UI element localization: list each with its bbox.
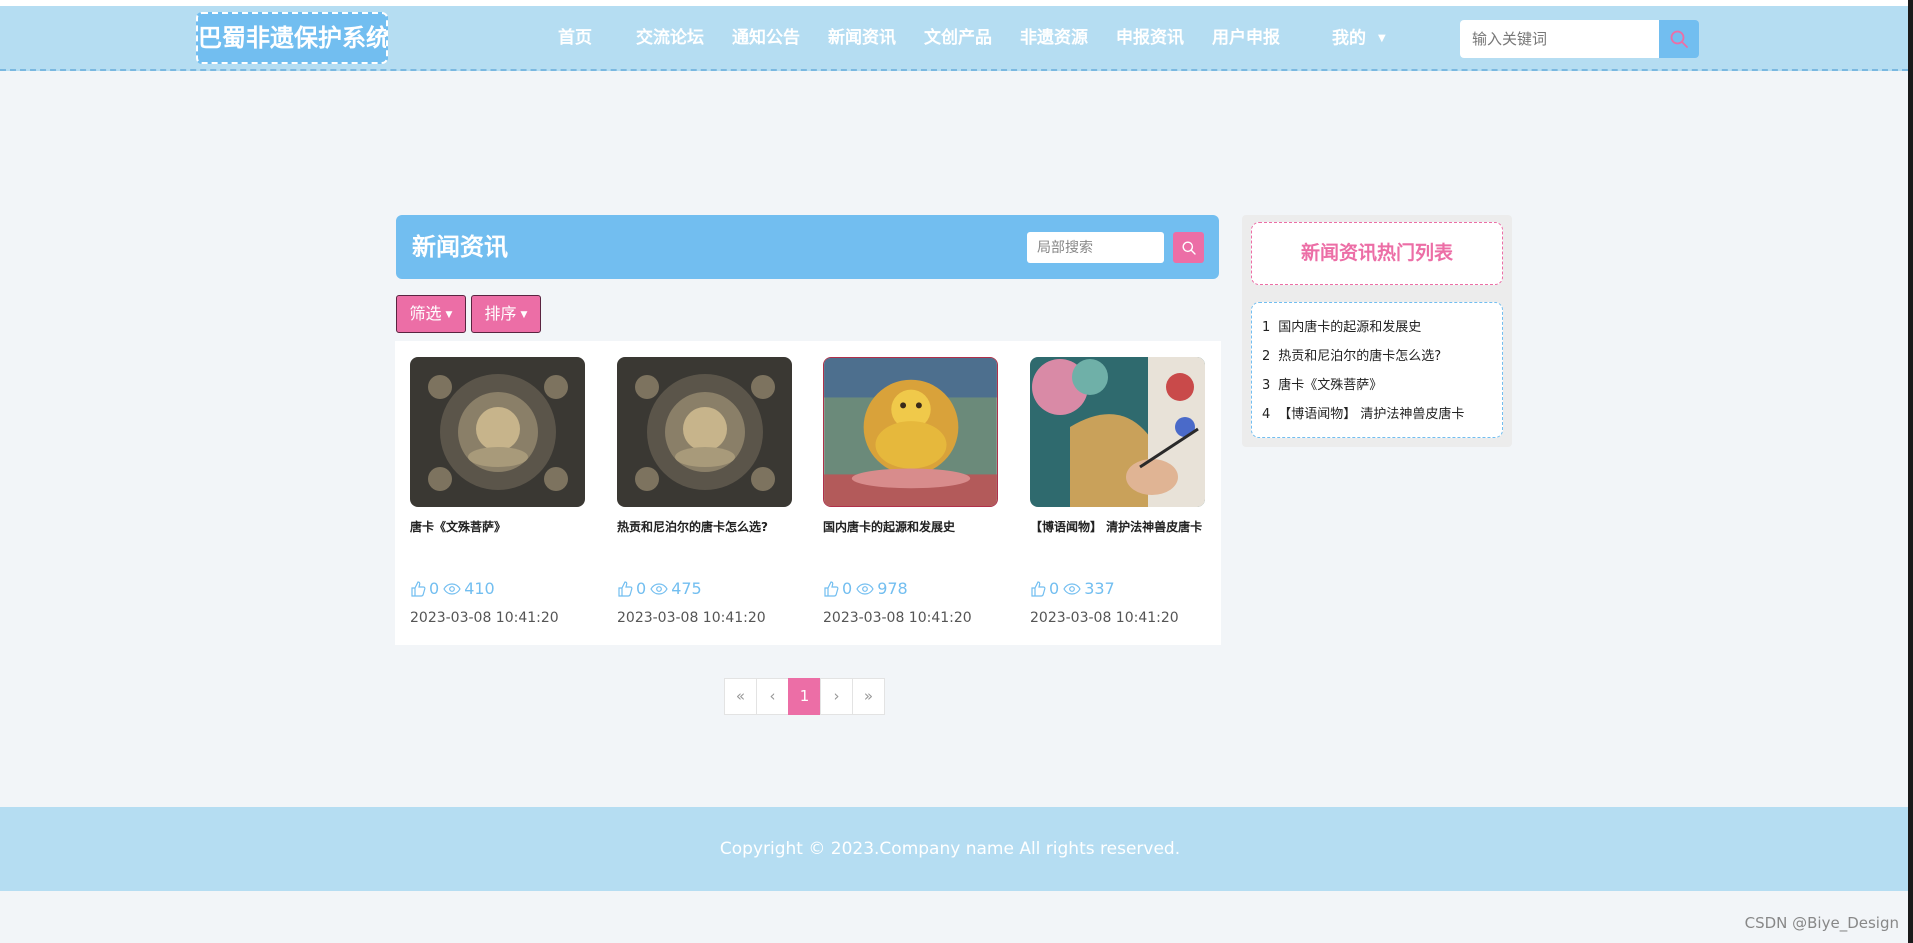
page-number-current[interactable]: 1 bbox=[788, 678, 821, 715]
nav-user-declare[interactable]: 用户申报 bbox=[1212, 6, 1280, 71]
filter-dropdown-button[interactable]: 筛选 ▼ bbox=[396, 295, 466, 333]
caret-down-icon: ▼ bbox=[1378, 33, 1386, 44]
thumbs-up-icon[interactable] bbox=[617, 580, 633, 597]
news-card[interactable]: 热贡和尼泊尔的唐卡怎么选? 0 475 2023-03-08 10:41:20 bbox=[617, 357, 792, 626]
news-card[interactable]: 唐卡《文殊菩萨》 0 410 2023-03-08 10:41:20 bbox=[410, 357, 585, 626]
hot-news-item[interactable]: 4 【博语闻物】 清护法神兽皮唐卡 bbox=[1262, 400, 1502, 429]
news-thumbnail-image[interactable] bbox=[410, 357, 585, 507]
view-count: 978 bbox=[877, 579, 908, 598]
news-card-date: 2023-03-08 10:41:20 bbox=[617, 610, 766, 626]
like-count: 0 bbox=[1049, 579, 1060, 598]
news-card-date: 2023-03-08 10:41:20 bbox=[1030, 610, 1179, 626]
nav-mine-dropdown[interactable]: 我的 ▼ bbox=[1332, 6, 1386, 72]
footer: Copyright © 2023.Company name All rights… bbox=[0, 807, 1908, 891]
local-search-button[interactable] bbox=[1173, 232, 1204, 263]
news-card-stats: 0 475 bbox=[617, 579, 792, 598]
nav-heritage[interactable]: 非遗资源 bbox=[1020, 6, 1088, 71]
nav-home[interactable]: 首页 bbox=[558, 6, 592, 71]
site-logo[interactable]: 巴蜀非遗保护系统 bbox=[196, 12, 388, 64]
hot-news-list: 1 国内唐卡的起源和发展史 2 热贡和尼泊尔的唐卡怎么选? 3 唐卡《文殊菩萨》 4 【… bbox=[1251, 302, 1503, 438]
top-navbar: 巴蜀非遗保护系统 首页 交流论坛 通知公告 新闻资讯 文创产品 非遗资源 申报资… bbox=[0, 6, 1908, 71]
search-input[interactable] bbox=[1460, 20, 1660, 58]
news-card-title[interactable]: 唐卡《文殊菩萨》 bbox=[410, 517, 585, 537]
sort-dropdown-button[interactable]: 排序 ▼ bbox=[471, 295, 541, 333]
page-prev-button[interactable]: ‹ bbox=[756, 678, 789, 715]
sidebar-title: 新闻资讯热门列表 bbox=[1251, 222, 1503, 285]
hot-news-index: 4 bbox=[1262, 407, 1271, 422]
eye-icon bbox=[650, 582, 668, 595]
pagination: « ‹ 1 › » bbox=[724, 678, 885, 715]
thumbs-up-icon[interactable] bbox=[410, 580, 426, 597]
thumbs-up-icon[interactable] bbox=[823, 580, 839, 597]
search-icon bbox=[1670, 30, 1688, 48]
hot-news-index: 2 bbox=[1262, 349, 1271, 364]
page-next-button[interactable]: › bbox=[820, 678, 853, 715]
page-title: 新闻资讯 bbox=[412, 233, 508, 261]
hot-news-label: 唐卡《文殊菩萨》 bbox=[1278, 378, 1383, 393]
like-count: 0 bbox=[842, 579, 853, 598]
news-thumbnail-image[interactable] bbox=[617, 357, 792, 507]
nav-products[interactable]: 文创产品 bbox=[924, 6, 992, 71]
nav-news[interactable]: 新闻资讯 bbox=[828, 6, 896, 71]
page-first-button[interactable]: « bbox=[724, 678, 757, 715]
scrollbar-edge bbox=[1908, 0, 1913, 943]
hot-news-label: 【博语闻物】 清护法神兽皮唐卡 bbox=[1278, 407, 1465, 422]
news-card-date: 2023-03-08 10:41:20 bbox=[823, 610, 972, 626]
filter-label: 筛选 bbox=[409, 304, 442, 323]
news-card-stats: 0 978 bbox=[823, 579, 998, 598]
news-card-title[interactable]: 【博语闻物】 清护法神兽皮唐卡 bbox=[1030, 517, 1205, 537]
news-thumbnail-image[interactable] bbox=[823, 357, 998, 507]
news-panel-header: 新闻资讯 bbox=[396, 215, 1219, 279]
news-card-title[interactable]: 热贡和尼泊尔的唐卡怎么选? bbox=[617, 517, 792, 537]
hot-news-item[interactable]: 1 国内唐卡的起源和发展史 bbox=[1262, 313, 1502, 342]
caret-down-icon: ▼ bbox=[520, 309, 528, 320]
like-count: 0 bbox=[429, 579, 440, 598]
view-count: 475 bbox=[671, 579, 702, 598]
hot-news-item[interactable]: 3 唐卡《文殊菩萨》 bbox=[1262, 371, 1502, 400]
copyright-text: Copyright © 2023.Company name All rights… bbox=[719, 839, 1181, 859]
hot-news-item[interactable]: 2 热贡和尼泊尔的唐卡怎么选? bbox=[1262, 342, 1502, 371]
hot-news-index: 3 bbox=[1262, 378, 1271, 393]
hot-news-index: 1 bbox=[1262, 320, 1271, 335]
news-card[interactable]: 国内唐卡的起源和发展史 0 978 2023-03-08 10:41:20 bbox=[823, 357, 998, 626]
hot-news-label: 国内唐卡的起源和发展史 bbox=[1278, 320, 1422, 335]
news-card-stats: 0 337 bbox=[1030, 579, 1205, 598]
page-last-button[interactable]: » bbox=[852, 678, 885, 715]
eye-icon bbox=[443, 582, 461, 595]
sort-label: 排序 bbox=[484, 304, 517, 323]
nav-mine-label: 我的 bbox=[1332, 28, 1366, 49]
eye-icon bbox=[856, 582, 874, 595]
search-button[interactable] bbox=[1659, 20, 1699, 58]
eye-icon bbox=[1063, 582, 1081, 595]
nav-notice[interactable]: 通知公告 bbox=[732, 6, 800, 71]
news-thumbnail-image[interactable] bbox=[1030, 357, 1205, 507]
nav-declare-info[interactable]: 申报资讯 bbox=[1116, 6, 1184, 71]
news-card[interactable]: 【博语闻物】 清护法神兽皮唐卡 0 337 2023-03-08 10:41:2… bbox=[1030, 357, 1205, 626]
thumbs-up-icon[interactable] bbox=[1030, 580, 1046, 597]
like-count: 0 bbox=[636, 579, 647, 598]
caret-down-icon: ▼ bbox=[445, 309, 453, 320]
news-card-title[interactable]: 国内唐卡的起源和发展史 bbox=[823, 517, 998, 537]
hot-news-sidebar: 新闻资讯热门列表 1 国内唐卡的起源和发展史 2 热贡和尼泊尔的唐卡怎么选? 3 唐卡… bbox=[1242, 215, 1512, 447]
nav-forum[interactable]: 交流论坛 bbox=[636, 6, 704, 71]
view-count: 410 bbox=[464, 579, 495, 598]
search-icon bbox=[1182, 241, 1196, 255]
hot-news-label: 热贡和尼泊尔的唐卡怎么选? bbox=[1278, 349, 1442, 364]
view-count: 337 bbox=[1084, 579, 1115, 598]
news-card-grid: 唐卡《文殊菩萨》 0 410 2023-03-08 10:41:20 热贡和尼泊… bbox=[395, 341, 1221, 645]
news-card-stats: 0 410 bbox=[410, 579, 585, 598]
watermark: CSDN @Biye_Design bbox=[1744, 914, 1899, 932]
local-search-input[interactable] bbox=[1027, 232, 1164, 263]
news-card-date: 2023-03-08 10:41:20 bbox=[410, 610, 559, 626]
